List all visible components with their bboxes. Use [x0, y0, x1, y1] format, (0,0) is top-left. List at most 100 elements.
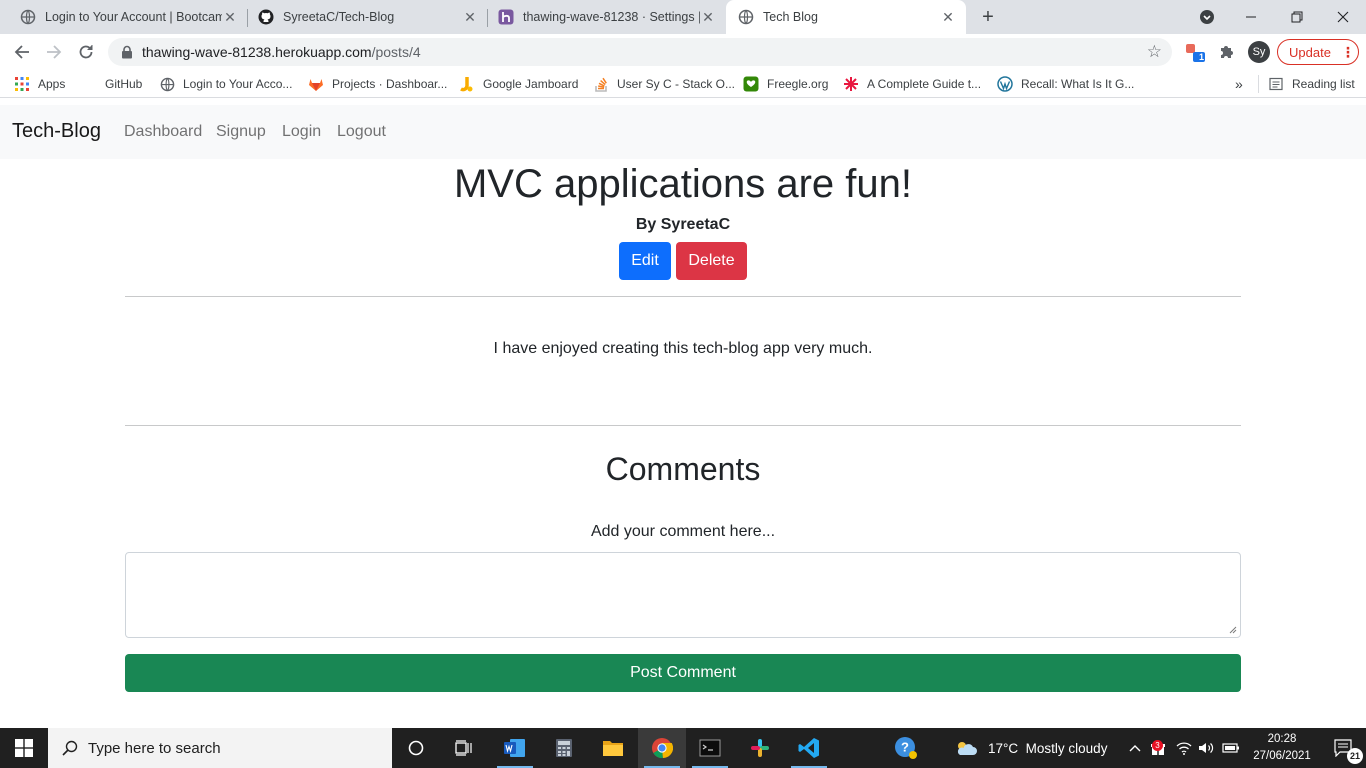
back-button[interactable] [10, 40, 34, 64]
bookmark-login[interactable]: Login to Your Acco... [159, 75, 292, 93]
gitlab-icon [308, 76, 324, 92]
cortana-button[interactable] [392, 728, 440, 768]
nav-link-signup[interactable]: Signup [216, 123, 266, 141]
bookmark-label: Recall: What Is It G... [1021, 77, 1135, 91]
address-bar[interactable]: thawing-wave-81238.herokuapp.com/posts/4… [108, 38, 1172, 66]
tab-close-icon[interactable]: ✕ [940, 9, 956, 25]
task-view-button[interactable] [440, 728, 488, 768]
bookmark-star-icon[interactable]: ☆ [1147, 42, 1162, 62]
puzzle-icon [1221, 46, 1233, 58]
profile-avatar[interactable]: Sy [1248, 41, 1270, 63]
chevron-down-icon [1200, 10, 1214, 24]
taskbar-chrome[interactable] [638, 728, 686, 768]
comment-textarea[interactable] [125, 552, 1241, 638]
extension-icon[interactable]: 1 [1184, 41, 1206, 63]
windows-logo-icon [15, 739, 33, 757]
bookmark-apps[interactable]: Apps [14, 75, 65, 93]
divider [125, 425, 1241, 426]
tab-close-icon[interactable]: ✕ [700, 9, 716, 25]
volume-button[interactable] [1196, 728, 1216, 768]
taskbar-help[interactable]: ? [882, 728, 930, 768]
globe-icon [159, 76, 175, 92]
reload-icon [79, 45, 93, 59]
restore-icon [1291, 11, 1303, 23]
update-button[interactable]: Update ⋮ [1277, 39, 1359, 65]
tab-title: Login to Your Account | Bootcam [45, 10, 222, 24]
post-comment-button[interactable]: Post Comment [125, 654, 1241, 692]
extensions-button[interactable] [1215, 41, 1237, 63]
bookmark-github[interactable]: GitHub [105, 75, 142, 93]
bookmark-label: A Complete Guide t... [867, 77, 982, 91]
taskbar-file-explorer[interactable] [589, 728, 637, 768]
url-path: /posts/4 [371, 44, 421, 60]
notification-count: 21 [1347, 748, 1363, 764]
taskbar-clock[interactable]: 20:28 27/06/2021 [1246, 731, 1318, 765]
extension-badge-count: 1 [1198, 52, 1204, 62]
minimize-button[interactable] [1228, 0, 1274, 34]
tray-app-icon[interactable]: 3 [1148, 728, 1168, 768]
folder-icon [603, 741, 623, 756]
nav-link-logout[interactable]: Logout [337, 123, 386, 141]
wifi-button[interactable] [1174, 728, 1194, 768]
nav-link-login[interactable]: Login [282, 123, 321, 141]
apps-grid-icon [14, 76, 30, 92]
post-title: MVC applications are fun! [453, 162, 912, 206]
edit-post-button[interactable]: Edit [619, 242, 671, 280]
nav-link-dashboard[interactable]: Dashboard [124, 123, 202, 141]
bookmarks-overflow-button[interactable]: » [1235, 75, 1243, 93]
tab-search-button[interactable] [1184, 0, 1230, 34]
terminal-icon [699, 739, 721, 757]
bookmark-recall[interactable]: Recall: What Is It G... [997, 75, 1134, 93]
bookmark-label: User Sy C - Stack O... [617, 77, 736, 91]
taskbar-vscode[interactable] [785, 728, 833, 768]
start-button[interactable] [0, 728, 48, 768]
notification-center-button[interactable]: 21 [1322, 728, 1366, 768]
clock-time: 20:28 [1267, 733, 1297, 745]
bookmark-freegle[interactable]: Freegle.org [743, 75, 828, 93]
post-body: I have enjoyed creating this tech-blog a… [493, 340, 873, 357]
browser-tab-heroku[interactable]: thawing-wave-81238 · Settings | H ✕ [488, 0, 726, 34]
tab-close-icon[interactable]: ✕ [222, 9, 238, 25]
globe-icon [20, 9, 36, 25]
bookmark-stackoverflow[interactable]: User Sy C - Stack O... [593, 75, 735, 93]
cortana-icon [408, 740, 424, 756]
site-brand[interactable]: Tech-Blog [12, 120, 101, 143]
post-author: By SyreetaC [635, 216, 731, 233]
windows-taskbar: Type here to search ? 17°C Mostly cloudy… [0, 728, 1366, 768]
tab-title: SyreetaC/Tech-Blog [283, 10, 395, 24]
taskbar-word[interactable] [491, 728, 539, 768]
stackoverflow-icon [593, 76, 609, 92]
restore-button[interactable] [1274, 0, 1320, 34]
taskbar-terminal[interactable] [686, 728, 734, 768]
close-window-button[interactable] [1320, 0, 1366, 34]
more-vert-icon: ⋮ [1340, 43, 1355, 60]
bookmark-gitlab-projects[interactable]: Projects · Dashboar... [308, 75, 447, 93]
github-icon [258, 9, 274, 25]
tab-close-icon[interactable]: ✕ [462, 9, 478, 25]
tray-badge: 3 [1152, 740, 1163, 751]
forward-button[interactable] [42, 40, 66, 64]
taskbar-search-input[interactable]: Type here to search [48, 728, 392, 768]
reading-list-button[interactable]: Reading list [1258, 75, 1355, 93]
delete-post-button[interactable]: Delete [676, 242, 747, 280]
speaker-icon [1199, 743, 1214, 753]
weather-widget[interactable]: 17°C Mostly cloudy [954, 728, 1107, 768]
browser-tab-github[interactable]: SyreetaC/Tech-Blog ✕ [248, 0, 488, 34]
bookmark-jamboard[interactable]: Google Jamboard [459, 75, 578, 93]
browser-tab-strip: Login to Your Account | Bootcam ✕ Syreet… [0, 0, 1366, 34]
battery-button[interactable] [1220, 728, 1242, 768]
heroku-icon [498, 9, 514, 25]
site-navbar: Tech-Blog Dashboard Signup Login Logout [0, 105, 1366, 159]
resize-grip-icon[interactable] [1229, 626, 1237, 634]
reading-list-icon [1268, 76, 1284, 92]
browser-tab-tech-blog[interactable]: Tech Blog ✕ [726, 0, 966, 34]
reload-button[interactable] [74, 40, 98, 64]
taskbar-slack[interactable] [736, 728, 784, 768]
bookmark-complete-guide[interactable]: A Complete Guide t... [843, 75, 981, 93]
task-view-icon [455, 740, 472, 756]
browser-tab-bootcamp[interactable]: Login to Your Account | Bootcam ✕ [0, 0, 248, 34]
show-hidden-icons-button[interactable] [1126, 728, 1144, 768]
taskbar-calculator[interactable] [540, 728, 588, 768]
url-domain: thawing-wave-81238.herokuapp.com [142, 44, 372, 60]
new-tab-button[interactable]: + [977, 6, 999, 28]
